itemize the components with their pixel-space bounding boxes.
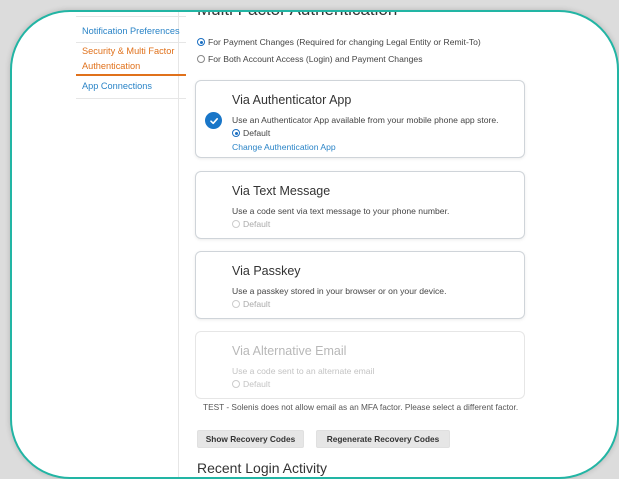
- page-title: Multi Factor Authentication: [197, 12, 397, 20]
- sidebar-item-app-connections[interactable]: App Connections: [82, 79, 182, 94]
- mfa-method-text-message[interactable]: Via Text Message Use a code sent via tex…: [195, 171, 525, 239]
- default-label: Default: [243, 219, 271, 229]
- recent-login-activity-heading: Recent Login Activity: [197, 460, 327, 476]
- sidebar-item-security-mfa[interactable]: Security & Multi Factor Authentication: [82, 44, 182, 74]
- default-option[interactable]: Default: [232, 299, 270, 309]
- radio-selected-icon[interactable]: [232, 129, 240, 137]
- method-description: Use an Authenticator App available from …: [232, 115, 499, 125]
- method-description: Use a code sent via text message to your…: [232, 206, 450, 216]
- sidebar-active-indicator: [76, 74, 186, 76]
- method-title: Via Alternative Email: [232, 344, 347, 358]
- default-label: Default: [243, 379, 271, 389]
- mfa-method-authenticator-app[interactable]: Via Authenticator App Use an Authenticat…: [195, 80, 525, 158]
- change-authentication-app-link[interactable]: Change Authentication App: [232, 142, 336, 152]
- method-title: Via Authenticator App: [232, 93, 352, 107]
- method-title: Via Passkey: [232, 264, 301, 278]
- sidebar-divider: [76, 16, 186, 17]
- method-description: Use a passkey stored in your browser or …: [232, 286, 447, 296]
- default-option[interactable]: Default: [232, 128, 270, 138]
- default-label: Default: [243, 299, 271, 309]
- scope-option-label: For Payment Changes (Required for changi…: [208, 37, 481, 47]
- scope-option-label: For Both Account Access (Login) and Paym…: [208, 54, 423, 64]
- scope-option-login-and-payment[interactable]: For Both Account Access (Login) and Paym…: [197, 54, 423, 64]
- radio-unselected-icon[interactable]: [232, 300, 240, 308]
- mfa-method-alternative-email: Via Alternative Email Use a code sent to…: [195, 331, 525, 399]
- default-option: Default: [232, 379, 270, 389]
- sidebar-item-notification-preferences[interactable]: Notification Preferences: [82, 24, 182, 39]
- sidebar-divider: [76, 42, 186, 43]
- scope-option-payment-changes[interactable]: For Payment Changes (Required for changi…: [197, 37, 481, 47]
- selected-check-icon: [205, 112, 222, 129]
- radio-unselected-icon[interactable]: [232, 220, 240, 228]
- default-option[interactable]: Default: [232, 219, 270, 229]
- sidebar-divider: [76, 98, 186, 99]
- sidebar: Notification Preferences Security & Mult…: [66, 12, 186, 477]
- radio-unselected-icon[interactable]: [197, 55, 205, 63]
- default-label: Default: [243, 128, 271, 138]
- regenerate-recovery-codes-button[interactable]: Regenerate Recovery Codes: [316, 430, 450, 448]
- radio-disabled-icon: [232, 380, 240, 388]
- method-title: Via Text Message: [232, 184, 331, 198]
- mfa-method-passkey[interactable]: Via Passkey Use a passkey stored in your…: [195, 251, 525, 319]
- mfa-email-notice: TEST - Solenis does not allow email as a…: [203, 402, 519, 412]
- screenshot-frame: Notification Preferences Security & Mult…: [10, 10, 619, 479]
- show-recovery-codes-button[interactable]: Show Recovery Codes: [197, 430, 304, 448]
- radio-selected-icon[interactable]: [197, 38, 205, 46]
- method-description: Use a code sent to an alternate email: [232, 366, 375, 376]
